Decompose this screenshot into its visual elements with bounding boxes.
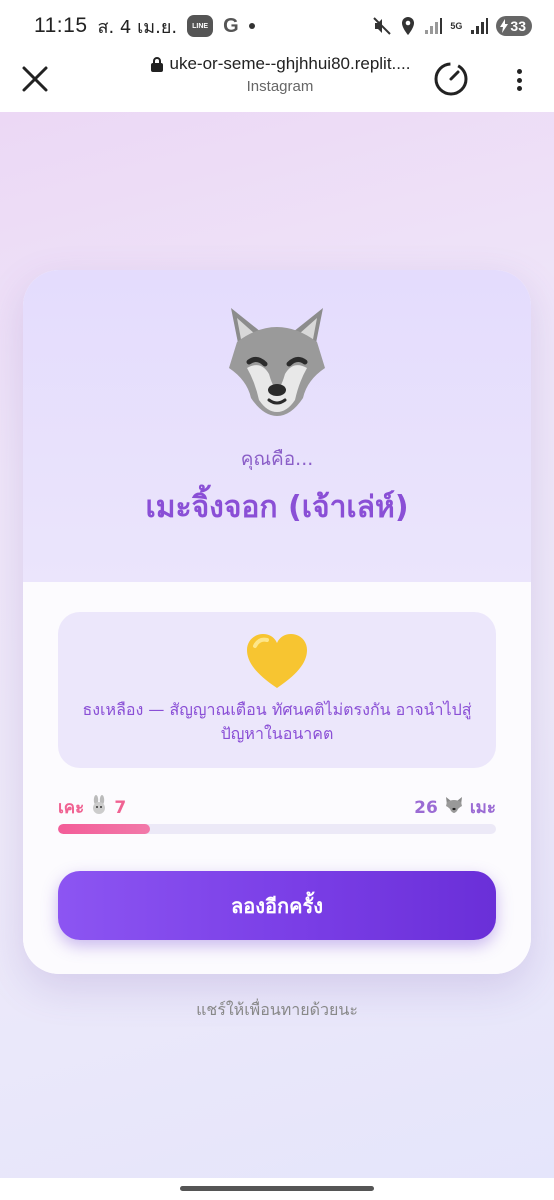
status-date: ส. 4 เม.ย. — [97, 16, 178, 38]
close-button[interactable] — [20, 64, 50, 94]
result-title: เมะจิ้งจอก (เจ้าเล่ห์) — [145, 490, 409, 525]
more-dot-icon — [516, 69, 522, 74]
timer-icon — [434, 62, 468, 96]
network-type: 5G — [450, 20, 463, 31]
system-nav-bar — [0, 1178, 554, 1200]
flag-panel: ธงเหลือง — สัญญาณเตือน ทัศนคติไม่ตรงกัน … — [58, 612, 496, 768]
score-bar — [58, 824, 496, 834]
lock-icon — [150, 57, 163, 72]
google-icon: G — [223, 14, 239, 37]
seme-value: 26 — [414, 797, 438, 818]
uke-label: เคะ — [58, 798, 85, 818]
result-card: คุณคือ... เมะจิ้งจอก (เจ้าเล่ห์) ธงเหลือ… — [23, 270, 531, 974]
uke-score: เคะ 7 — [58, 794, 126, 821]
seme-score: 26 เมะ — [414, 794, 496, 821]
location-icon — [400, 16, 416, 36]
line-app-icon: LINE — [187, 15, 214, 37]
wolf-icon — [217, 302, 337, 422]
status-bar: 11:15 ส. 4 เม.ย. LINE G 5G 33 — [0, 0, 554, 52]
uke-value: 7 — [114, 797, 127, 818]
flag-description: ธงเหลือง — สัญญาณเตือน ทัศนคติไม่ตรงกัน … — [82, 700, 472, 743]
address-bar[interactable]: uke-or-seme--ghjhhui80.replit.... Instag… — [140, 54, 420, 95]
result-intro: คุณคือ... — [240, 448, 314, 470]
signal-icon — [424, 17, 443, 35]
more-dot-icon — [516, 77, 522, 83]
more-dot-icon — [516, 86, 522, 91]
result-details: ธงเหลือง — สัญญาณเตือน ทัศนคติไม่ตรงกัน … — [23, 582, 531, 974]
page-background: คุณคือ... เมะจิ้งจอก (เจ้าเล่ห์) ธงเหลือ… — [0, 112, 554, 1178]
mute-icon — [372, 16, 392, 36]
signal-icon-2 — [470, 17, 489, 35]
timer-button[interactable] — [433, 61, 469, 97]
url-text: uke-or-seme--ghjhhui80.replit.... — [169, 54, 411, 73]
close-icon — [22, 66, 48, 92]
result-header: คุณคือ... เมะจิ้งจอก (เจ้าเล่ห์) — [23, 270, 531, 582]
retry-button[interactable]: ลองอีกครั้ง — [58, 871, 496, 940]
browser-toolbar: uke-or-seme--ghjhhui80.replit.... Instag… — [0, 52, 554, 112]
rabbit-icon — [90, 795, 108, 820]
battery-level: 33 — [510, 18, 526, 34]
score-row: เคะ 7 26 เมะ — [58, 794, 496, 820]
share-text: แชร์ให้เพื่อนทายด้วยนะ — [196, 1000, 358, 1019]
home-indicator[interactable] — [180, 1186, 374, 1191]
status-time: 11:15 — [34, 14, 88, 37]
uke-score-fill — [58, 824, 150, 834]
seme-label: เมะ — [469, 798, 496, 818]
battery-indicator: 33 — [496, 16, 532, 36]
notification-dot-icon — [248, 23, 255, 29]
wolf-small-icon — [444, 796, 464, 819]
yellow-heart-icon — [245, 632, 309, 692]
browser-subtitle: Instagram — [246, 78, 314, 95]
more-options-button[interactable] — [508, 66, 530, 94]
